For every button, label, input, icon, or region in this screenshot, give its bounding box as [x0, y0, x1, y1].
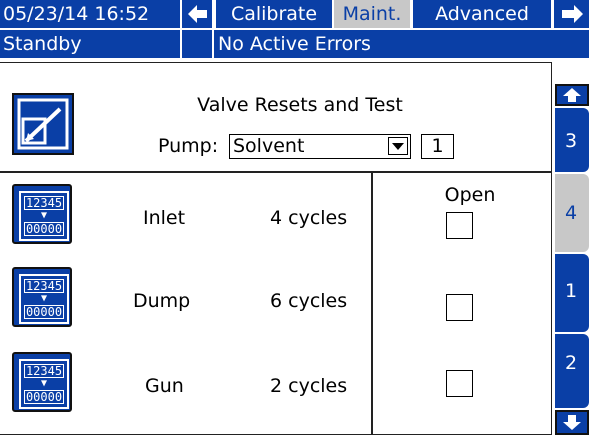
datetime-display: 05/23/14 16:52: [0, 0, 180, 28]
pump-number-value: 1: [431, 135, 444, 157]
side-page-3-label: 3: [565, 130, 578, 152]
side-page-2-label: 2: [565, 352, 578, 374]
gun-open-checkbox[interactable]: [446, 370, 473, 397]
counter-bottom: 00000: [23, 305, 65, 319]
errors-text: No Active Errors: [218, 33, 371, 55]
down-small-arrow-icon: ▼: [40, 378, 48, 389]
counter-top: 12345: [23, 364, 65, 378]
pump-select-toggle[interactable]: [388, 137, 408, 155]
datetime-text: 05/23/14 16:52: [3, 3, 150, 25]
tab-advanced-label: Advanced: [435, 3, 529, 25]
status-indicator: [182, 30, 212, 58]
open-column-header: Open: [444, 184, 496, 206]
counter-bottom: 00000: [23, 390, 65, 404]
tab-advanced[interactable]: Advanced: [413, 0, 551, 28]
nav-right-button[interactable]: [554, 0, 589, 28]
open-column-divider: [371, 171, 373, 435]
status-field: Standby: [0, 30, 180, 58]
left-arrow-icon: [188, 5, 207, 23]
pump-select[interactable]: Solvent: [229, 134, 411, 159]
errors-field: No Active Errors: [214, 30, 589, 58]
dump-open-checkbox[interactable]: [446, 294, 473, 321]
counter-reset-icon: 12345 ▼ 00000: [19, 359, 69, 409]
inlet-open-checkbox[interactable]: [446, 212, 473, 239]
side-nav: 3 4 1 2: [555, 84, 589, 435]
down-small-arrow-icon: ▼: [40, 293, 48, 304]
tab-calibrate[interactable]: Calibrate: [216, 0, 332, 28]
counter-reset-icon: 12345 ▼ 00000: [19, 274, 69, 324]
side-page-4[interactable]: 4: [555, 174, 589, 252]
reset-gun-button[interactable]: 12345 ▼ 00000: [12, 352, 72, 412]
side-page-1-label: 1: [565, 280, 578, 302]
panel-title: Valve Resets and Test: [197, 94, 403, 116]
reset-inlet-button[interactable]: 12345 ▼ 00000: [12, 184, 72, 244]
counter-top: 12345: [23, 279, 65, 293]
side-page-1[interactable]: 1: [555, 254, 589, 332]
valve-cycles: 6 cycles: [270, 290, 348, 312]
counter-top: 12345: [23, 196, 65, 210]
page-down-button[interactable]: [555, 410, 589, 435]
page-up-button[interactable]: [555, 84, 589, 106]
dropdown-arrow-icon: [392, 143, 404, 150]
pump-number-field[interactable]: 1: [421, 134, 454, 159]
pump-select-value: Solvent: [233, 135, 305, 157]
side-page-4-label: 4: [565, 202, 578, 224]
valve-name: Gun: [145, 375, 184, 397]
panel-header-divider: [0, 171, 552, 173]
tab-maint[interactable]: Maint.: [334, 0, 410, 28]
up-arrow-icon: [563, 88, 581, 102]
nav-left-button[interactable]: [182, 0, 212, 28]
side-page-2[interactable]: 2: [555, 334, 589, 408]
down-arrow-icon: [563, 415, 581, 430]
side-page-3[interactable]: 3: [555, 108, 589, 172]
valve-name: Inlet: [143, 207, 186, 229]
counter-reset-icon: 12345 ▼ 00000: [19, 191, 69, 241]
edit-button[interactable]: [12, 93, 74, 155]
status-text: Standby: [3, 33, 82, 55]
counter-bottom: 00000: [23, 222, 65, 236]
valve-cycles: 4 cycles: [270, 207, 348, 229]
pump-label: Pump:: [158, 135, 219, 157]
right-arrow-icon: [562, 5, 583, 23]
tab-maint-label: Maint.: [342, 3, 402, 25]
edit-icon: [17, 98, 69, 150]
reset-dump-button[interactable]: 12345 ▼ 00000: [12, 267, 72, 327]
down-small-arrow-icon: ▼: [40, 210, 48, 221]
valve-cycles: 2 cycles: [270, 375, 348, 397]
valve-name: Dump: [133, 290, 191, 312]
tab-calibrate-label: Calibrate: [230, 3, 318, 25]
